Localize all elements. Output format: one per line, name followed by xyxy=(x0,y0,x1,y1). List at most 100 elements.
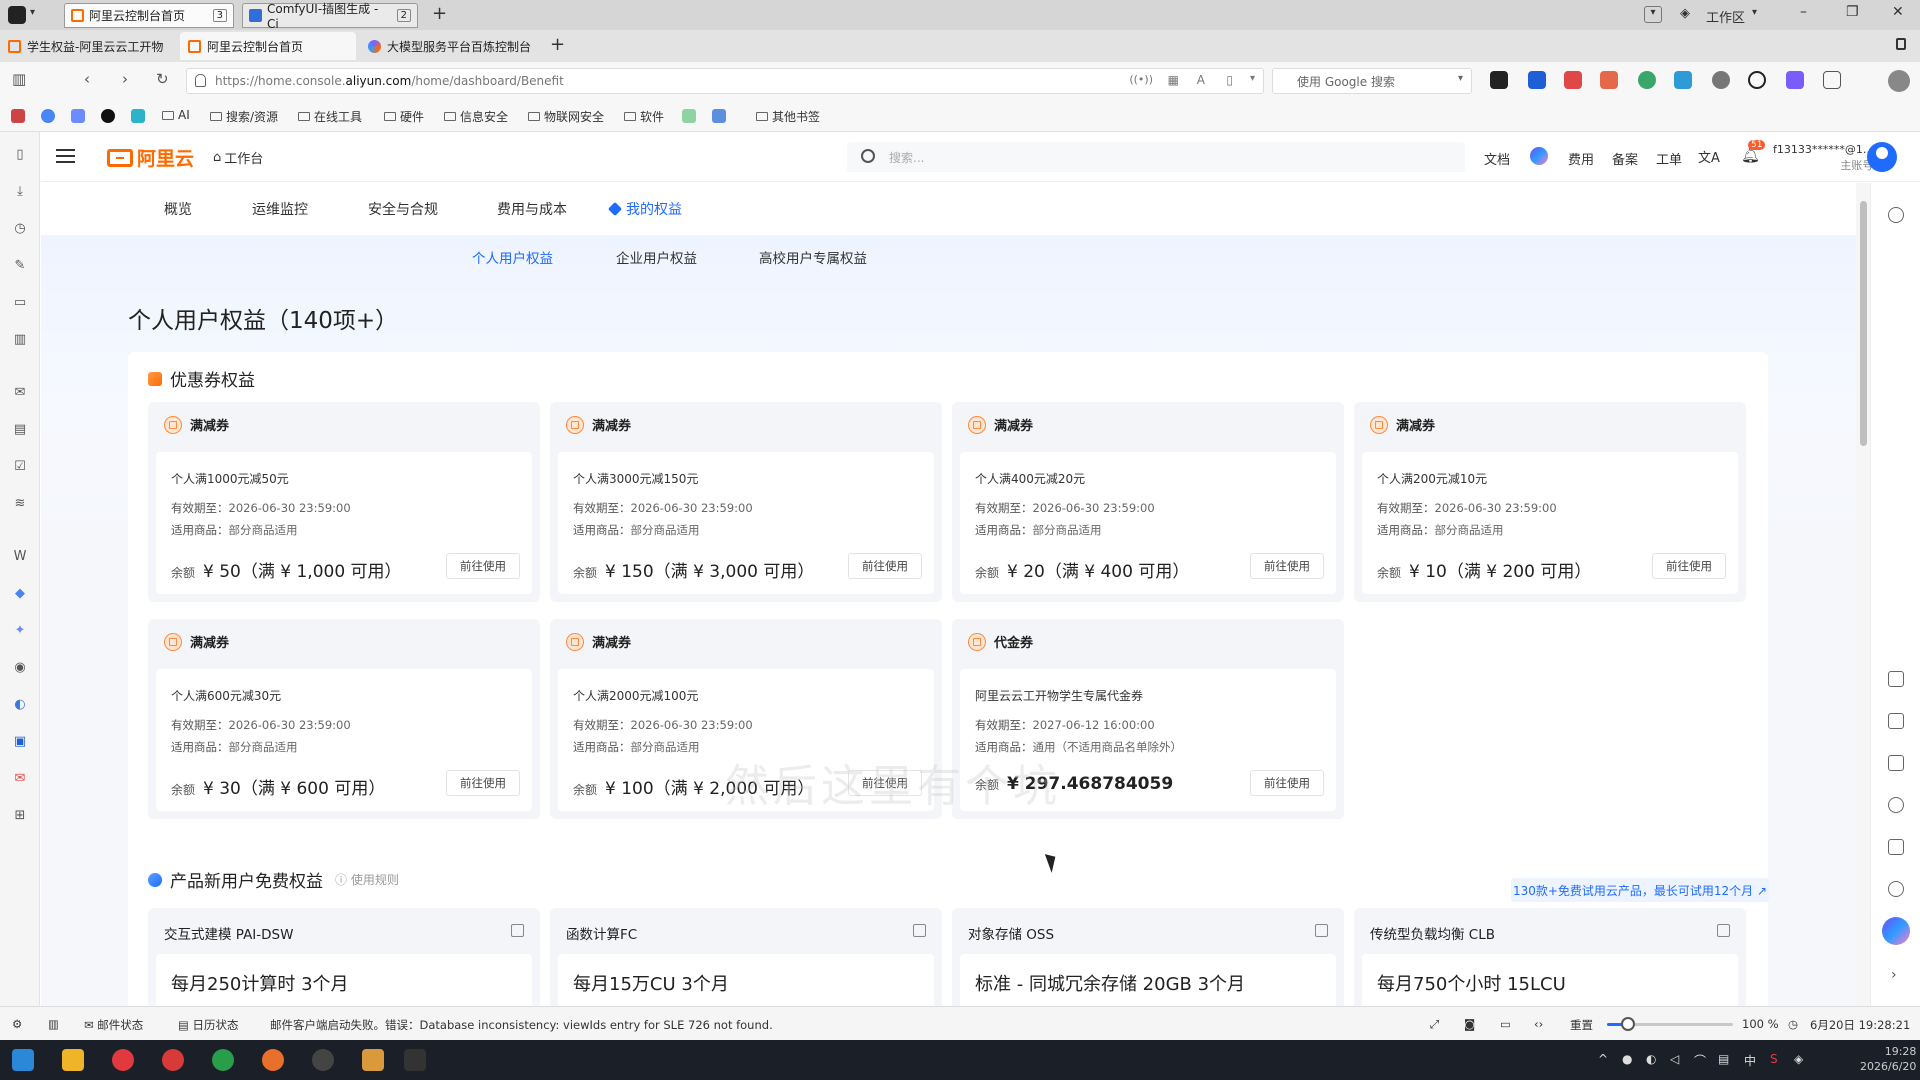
taskbar-clock[interactable]: 19:28 2026/6/20 xyxy=(1860,1044,1916,1074)
use-coupon-button[interactable]: 前往使用 xyxy=(848,553,922,579)
account-menu[interactable]: f13133******@1... 主账号 xyxy=(1773,142,1873,174)
sun-app-icon[interactable] xyxy=(362,1049,384,1071)
bookmark-site-icon[interactable] xyxy=(712,109,726,123)
feed-icon[interactable]: ≋ xyxy=(12,496,28,512)
nav-cost[interactable]: 费用与成本 xyxy=(497,199,567,219)
forward-icon[interactable]: › xyxy=(122,70,128,88)
sogou-icon[interactable]: S xyxy=(1770,1052,1778,1066)
use-coupon-button[interactable]: 前往使用 xyxy=(1652,553,1726,579)
mail-panel-icon[interactable]: ✉ xyxy=(12,771,28,787)
tab-enterprise-benefits[interactable]: 企业用户权益 xyxy=(616,247,697,267)
bilibili-icon[interactable] xyxy=(131,109,145,123)
workbench-link[interactable]: ⌂ 工作台 xyxy=(213,148,263,167)
tab-personal-benefits[interactable]: 个人用户权益 xyxy=(472,247,553,267)
github-icon[interactable] xyxy=(101,109,115,123)
site-info-icon[interactable] xyxy=(195,74,206,87)
terminal-app-icon[interactable] xyxy=(404,1049,426,1071)
profile-icon[interactable] xyxy=(1888,70,1910,92)
reload-icon[interactable]: ↻ xyxy=(156,70,169,88)
billing-link[interactable]: 费用 xyxy=(1568,149,1594,168)
tab-list-icon[interactable]: ▾ xyxy=(1644,6,1662,23)
extension-shield-icon[interactable] xyxy=(1712,71,1730,89)
extension-terminal-icon[interactable] xyxy=(1490,71,1508,89)
bookmark-folder-other[interactable]: 其他书签 xyxy=(756,108,820,125)
chat-icon[interactable] xyxy=(1888,713,1904,729)
ime-indicator[interactable]: 中 xyxy=(1744,1052,1756,1069)
extensions-puzzle-icon[interactable] xyxy=(1823,71,1841,89)
gear-icon[interactable] xyxy=(1888,797,1904,813)
gemini-icon[interactable] xyxy=(71,109,85,123)
usage-rules-link[interactable]: ⓘ 使用规则 xyxy=(335,871,399,888)
nav-security-compliance[interactable]: 安全与合规 xyxy=(368,199,438,219)
zoom-slider[interactable] xyxy=(1607,1017,1733,1031)
page-scrollbar[interactable] xyxy=(1856,183,1870,1006)
extension-download-icon[interactable] xyxy=(1786,71,1804,89)
use-coupon-button[interactable]: 前往使用 xyxy=(446,770,520,796)
reader-icon[interactable]: ((•)) xyxy=(1129,73,1153,86)
product-detail-icon[interactable] xyxy=(913,924,926,937)
new-window-tab-icon[interactable]: + xyxy=(432,3,447,24)
bookmark-folder-hardware[interactable]: 硬件 xyxy=(384,108,424,125)
calendar-icon[interactable]: ▤ xyxy=(12,422,28,438)
chevron-right-icon[interactable]: › xyxy=(1891,967,1897,983)
vivaldi-menu-icon[interactable] xyxy=(8,6,26,24)
app-icon[interactable] xyxy=(312,1049,334,1071)
extension-mail-icon[interactable] xyxy=(1564,71,1582,89)
wikipedia-icon[interactable]: W xyxy=(12,549,28,565)
window-panel-icon[interactable]: ▭ xyxy=(12,295,28,311)
history-icon[interactable]: ◷ xyxy=(12,221,28,237)
code-icon[interactable]: ‹› xyxy=(1534,1017,1543,1031)
tray-app-icon[interactable]: ◐ xyxy=(1646,1052,1656,1066)
docs-link[interactable]: 文档 xyxy=(1484,149,1510,168)
product-detail-icon[interactable] xyxy=(1717,924,1730,937)
mail-status[interactable]: ✉ 邮件状态 xyxy=(84,1017,143,1033)
product-detail-icon[interactable] xyxy=(511,924,524,937)
window-tab-aliyun[interactable]: 阿里云控制台首页 3 xyxy=(64,3,234,28)
chevron-down-icon[interactable]: ▾ xyxy=(1458,73,1463,84)
bookmark-folder-search[interactable]: 搜索/资源 xyxy=(210,108,278,125)
panel-toggle-icon[interactable]: ▥ xyxy=(48,1017,59,1031)
lock-icon[interactable] xyxy=(1896,38,1906,50)
page-tab-console-home[interactable]: 阿里云控制台首页 xyxy=(180,32,356,60)
download-icon[interactable]: ⤓ xyxy=(12,184,28,200)
window-tab-comfyui[interactable]: ComfyUI-插图生成 - Ci 2 xyxy=(242,2,418,31)
file-explorer-icon[interactable] xyxy=(62,1049,84,1071)
extension-block-icon[interactable] xyxy=(1748,71,1766,89)
bookmark-folder-ai[interactable]: AI xyxy=(162,108,190,122)
free-product-card[interactable]: 交互式建模 PAI-DSW 每月250计算时 3个月 xyxy=(148,908,540,1006)
reading-list-icon[interactable]: ▥ xyxy=(12,332,28,348)
bookmark-folder-security[interactable]: 信息安全 xyxy=(444,108,508,125)
terminal-icon[interactable] xyxy=(1888,755,1904,771)
add-panel-icon[interactable]: ⊞ xyxy=(12,808,28,824)
console-search-input[interactable]: 搜索... xyxy=(847,142,1465,172)
menu-icon[interactable] xyxy=(56,149,75,163)
tray-chevron-icon[interactable]: ^ xyxy=(1598,1052,1608,1066)
address-bar[interactable]: https://home.console. aliyun.com/home/das… xyxy=(186,68,1264,94)
chrome-icon[interactable] xyxy=(212,1049,234,1071)
extension-red-icon[interactable] xyxy=(1600,71,1618,89)
qr-code-icon[interactable]: ▦ xyxy=(1168,73,1179,87)
nav-ops-monitoring[interactable]: 运维监控 xyxy=(252,199,308,219)
translate-icon[interactable]: A xyxy=(1197,73,1205,87)
support-icon[interactable] xyxy=(1888,881,1904,897)
close-icon[interactable]: ✕ xyxy=(1892,4,1904,20)
chevron-down-icon[interactable]: ▾ xyxy=(1250,73,1255,84)
use-coupon-button[interactable]: 前往使用 xyxy=(446,553,520,579)
search-engine-input[interactable]: 使用 Google 搜索 ▾ xyxy=(1272,68,1472,94)
tab-university-benefits[interactable]: 高校用户专属权益 xyxy=(759,247,867,267)
chat-panel-icon[interactable]: ◉ xyxy=(12,660,28,676)
aliyun-logo[interactable]: 阿里云 xyxy=(107,144,194,171)
bookmark-folder-iot[interactable]: 物联网安全 xyxy=(528,108,604,125)
new-tab-icon[interactable]: + xyxy=(550,34,565,55)
free-product-card[interactable]: 对象存储 OSS 标准 - 同城冗余存储 20GB 3个月 xyxy=(952,908,1344,1006)
use-coupon-button[interactable]: 前往使用 xyxy=(1250,770,1324,796)
firefox-icon[interactable] xyxy=(262,1049,284,1071)
scrollbar-thumb[interactable] xyxy=(1860,201,1867,446)
panel-toggle-icon[interactable]: ▥ xyxy=(12,70,26,88)
web-panel-icon[interactable]: ◐ xyxy=(12,697,28,713)
zoom-slider-knob[interactable] xyxy=(1621,1017,1636,1031)
free-product-card[interactable]: 传统型负载均衡 CLB 每月750个小时 15LCU xyxy=(1354,908,1746,1006)
notes-icon[interactable] xyxy=(1888,671,1904,687)
google-icon[interactable] xyxy=(41,109,55,123)
page-tab-student-benefits[interactable]: 学生权益-阿里云云工开物 xyxy=(0,32,176,60)
